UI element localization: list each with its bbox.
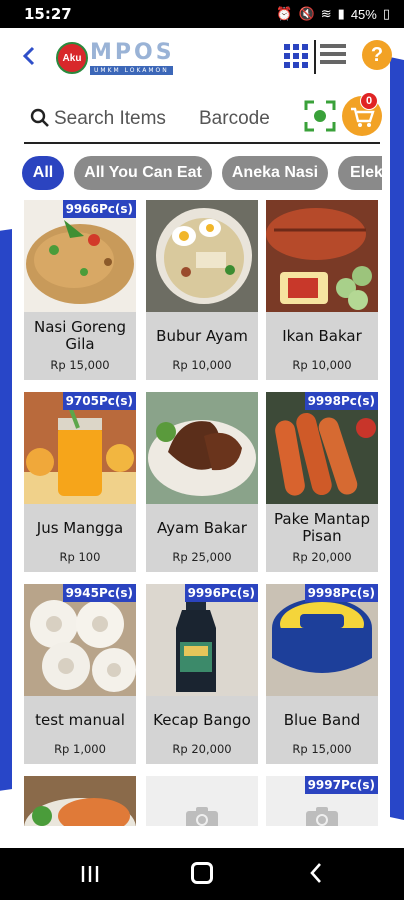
search-bar: Search Items Barcode 0 bbox=[24, 92, 382, 144]
grilled-fish-image bbox=[266, 200, 378, 312]
battery-icon: ▯ bbox=[382, 6, 390, 21]
product-price: Rp 15,000 bbox=[292, 742, 352, 756]
stock-badge: 9998Pc(s) bbox=[304, 584, 378, 602]
product-name: Ikan Bakar bbox=[282, 326, 362, 345]
product-card[interactable]: Ayam Bakar Rp 25,000 bbox=[146, 392, 258, 572]
product-card[interactable]: 9705Pc(s) Jus Mangga Rp 100 bbox=[24, 392, 136, 572]
product-name: Kecap Bango bbox=[153, 710, 251, 729]
product-name: Blue Band bbox=[283, 710, 361, 729]
product-price: Rp 10,000 bbox=[172, 358, 232, 372]
category-chip-all[interactable]: All bbox=[22, 156, 64, 190]
product-price: Rp 25,000 bbox=[172, 550, 232, 564]
product-card[interactable] bbox=[24, 776, 136, 826]
image-placeholder bbox=[146, 776, 258, 826]
view-divider bbox=[314, 40, 316, 74]
wifi-icon: ≋ bbox=[320, 6, 332, 21]
product-name: Ayam Bakar bbox=[157, 518, 247, 537]
product-name: Pake Mantap Pisan bbox=[274, 510, 370, 545]
product-price: Rp 10,000 bbox=[292, 358, 352, 372]
stock-badge: 9705Pc(s) bbox=[62, 392, 136, 410]
product-name: Jus Mangga bbox=[36, 518, 124, 537]
app-header: Aku MPOS UMKM LOKAMON ? bbox=[0, 28, 404, 84]
product-card[interactable]: 9998Pc(s) Blue Band Rp 15,000 bbox=[266, 584, 378, 764]
product-card[interactable]: 9996Pc(s) Kecap Bango Rp 20,000 bbox=[146, 584, 258, 764]
product-price: Rp 20,000 bbox=[172, 742, 232, 756]
battery-level: 45% bbox=[350, 6, 377, 22]
product-card[interactable]: 9966Pc(s) Nasi Goreng Gila Rp 15,000 bbox=[24, 200, 136, 380]
product-card[interactable]: 9945Pc(s) test manual Rp 1,000 bbox=[24, 584, 136, 764]
camera-icon bbox=[186, 807, 218, 826]
stock-badge: 9996Pc(s) bbox=[184, 584, 258, 602]
product-price: Rp 100 bbox=[59, 550, 101, 564]
product-card[interactable]: 9998Pc(s) Pake Mantap Pisan Rp 20,000 bbox=[266, 392, 378, 572]
app-logo: Aku MPOS UMKM LOKAMON bbox=[56, 36, 196, 78]
scan-icon[interactable] bbox=[304, 100, 336, 132]
logo-wordmark: MPOS bbox=[90, 40, 175, 65]
stock-badge: 9966Pc(s) bbox=[62, 200, 136, 218]
product-card[interactable]: 9997Pc(s) bbox=[266, 776, 378, 826]
stock-badge: 9945Pc(s) bbox=[62, 584, 136, 602]
stock-badge: 9998Pc(s) bbox=[304, 392, 378, 410]
category-chip-elek[interactable]: Elek bbox=[338, 156, 382, 190]
product-name: Bubur Ayam bbox=[156, 326, 248, 345]
mute-icon: 🔇 bbox=[298, 6, 315, 21]
cart-count-badge: 0 bbox=[360, 92, 378, 110]
product-price: Rp 20,000 bbox=[292, 550, 352, 564]
help-icon[interactable]: ? bbox=[362, 40, 392, 70]
barcode-button[interactable]: Barcode bbox=[199, 108, 270, 130]
back-icon[interactable] bbox=[306, 860, 326, 886]
product-card[interactable] bbox=[146, 776, 258, 826]
product-name: Nasi Goreng Gila bbox=[33, 318, 127, 353]
grid-view-icon[interactable] bbox=[284, 44, 310, 68]
product-card[interactable]: Ikan Bakar Rp 10,000 bbox=[266, 200, 378, 380]
search-input[interactable]: Search Items bbox=[54, 108, 166, 130]
logo-subtitle: UMKM LOKAMON bbox=[90, 66, 173, 75]
status-time: 15:27 bbox=[24, 5, 72, 23]
rice-porridge-image bbox=[146, 200, 258, 312]
product-grid: 9966Pc(s) Nasi Goreng Gila Rp 15,000 Bub… bbox=[24, 200, 384, 826]
signal-icon: ▮ bbox=[337, 6, 345, 21]
system-nav-bar bbox=[0, 848, 404, 900]
product-price: Rp 15,000 bbox=[50, 358, 110, 372]
category-chip-all-you-can-eat[interactable]: All You Can Eat bbox=[74, 156, 212, 190]
category-chips: All All You Can Eat Aneka Nasi Elek bbox=[22, 155, 382, 191]
product-card[interactable]: Bubur Ayam Rp 10,000 bbox=[146, 200, 258, 380]
logo-badge: Aku bbox=[56, 42, 88, 74]
home-icon[interactable] bbox=[191, 862, 213, 884]
product-price: Rp 1,000 bbox=[54, 742, 106, 756]
alarm-icon: ⏰ bbox=[276, 6, 293, 21]
grilled-chicken-image bbox=[146, 392, 258, 504]
camera-icon bbox=[306, 807, 338, 826]
status-bar: 15:27 ⏰ 🔇 ≋ ▮ 45% ▯ bbox=[0, 0, 404, 28]
search-icon bbox=[30, 108, 49, 127]
recent-apps-icon[interactable] bbox=[80, 864, 100, 884]
status-icons: ⏰ 🔇 ≋ ▮ 45% ▯ bbox=[276, 6, 390, 22]
back-button[interactable] bbox=[18, 42, 42, 70]
food-plate-image bbox=[24, 776, 136, 826]
product-name: test manual bbox=[35, 710, 125, 729]
chevron-left-icon bbox=[22, 46, 35, 66]
list-view-icon[interactable] bbox=[320, 44, 346, 68]
category-chip-aneka-nasi[interactable]: Aneka Nasi bbox=[222, 156, 328, 190]
stock-badge: 9997Pc(s) bbox=[304, 776, 378, 794]
